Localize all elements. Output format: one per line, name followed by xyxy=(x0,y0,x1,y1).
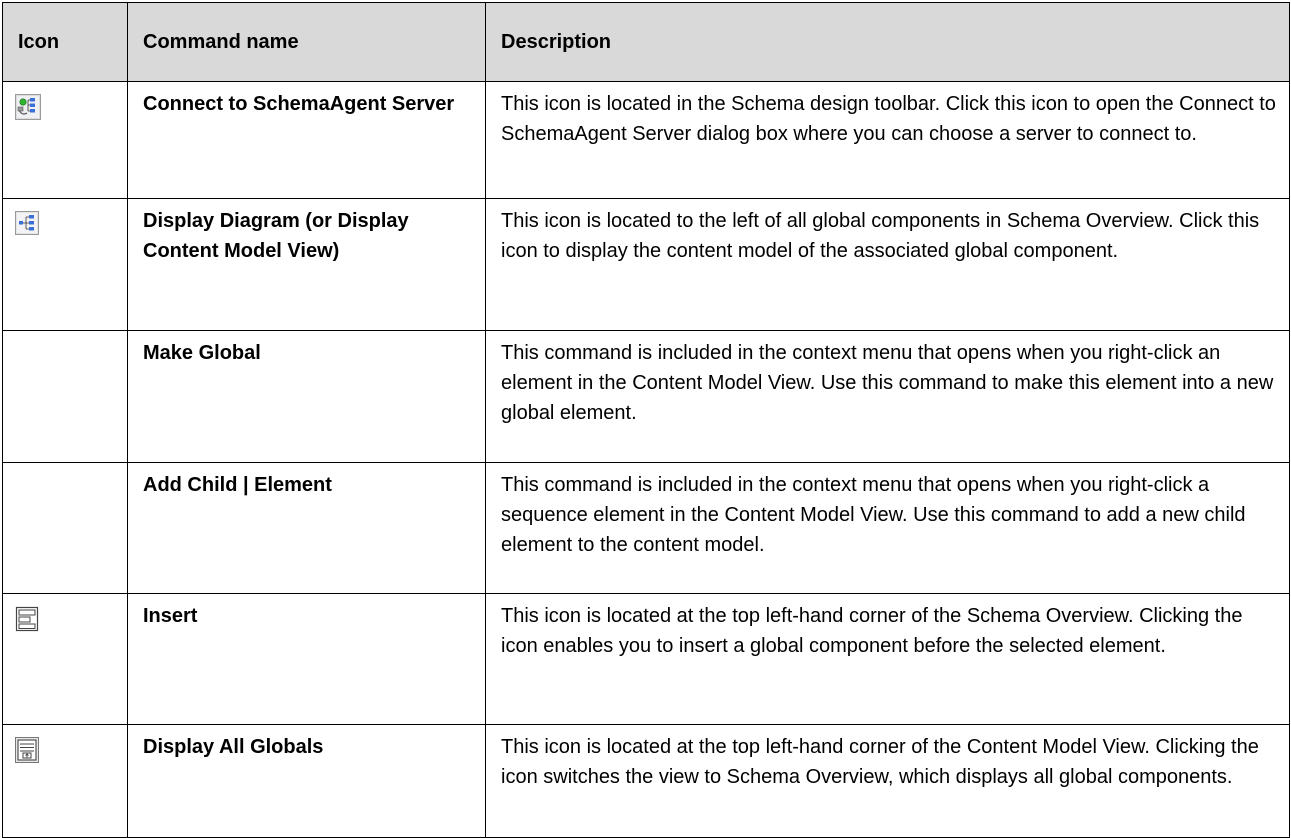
table-row: Make Global This command is included in … xyxy=(2,330,1290,463)
icon-cell xyxy=(2,724,128,838)
icon-cell xyxy=(2,462,128,594)
command-description: This command is included in the context … xyxy=(485,330,1290,463)
icon-cell xyxy=(2,198,128,331)
commands-table: Icon Command name Description Connect to… xyxy=(2,2,1290,838)
table-row: Display Diagram (or Display Content Mode… xyxy=(2,198,1290,331)
header-description: Description xyxy=(485,2,1290,82)
display-all-globals-icon xyxy=(15,737,41,763)
command-name: Insert xyxy=(127,593,486,725)
command-name: Display Diagram (or Display Content Mode… xyxy=(127,198,486,331)
table-row: Add Child | Element This command is incl… xyxy=(2,462,1290,594)
table-row: Display All Globals This icon is located… xyxy=(2,724,1290,838)
header-icon: Icon xyxy=(2,2,128,82)
command-description: This icon is located to the left of all … xyxy=(485,198,1290,331)
table-row: Insert This icon is located at the top l… xyxy=(2,593,1290,725)
command-name: Add Child | Element xyxy=(127,462,486,594)
command-description: This icon is located at the top left-han… xyxy=(485,593,1290,725)
command-name: Connect to SchemaAgent Server xyxy=(127,81,486,199)
command-description: This icon is located at the top left-han… xyxy=(485,724,1290,838)
table-header-row: Icon Command name Description xyxy=(2,2,1290,82)
icon-cell xyxy=(2,330,128,463)
command-description: This icon is located in the Schema desig… xyxy=(485,81,1290,199)
table-row: Connect to SchemaAgent Server This icon … xyxy=(2,81,1290,199)
command-name: Make Global xyxy=(127,330,486,463)
command-description: This command is included in the context … xyxy=(485,462,1290,594)
insert-icon xyxy=(15,606,41,632)
icon-cell xyxy=(2,593,128,725)
connect-server-icon xyxy=(15,94,41,120)
header-command-name: Command name xyxy=(127,2,486,82)
display-diagram-icon xyxy=(15,211,41,237)
icon-cell xyxy=(2,81,128,199)
command-name: Display All Globals xyxy=(127,724,486,838)
